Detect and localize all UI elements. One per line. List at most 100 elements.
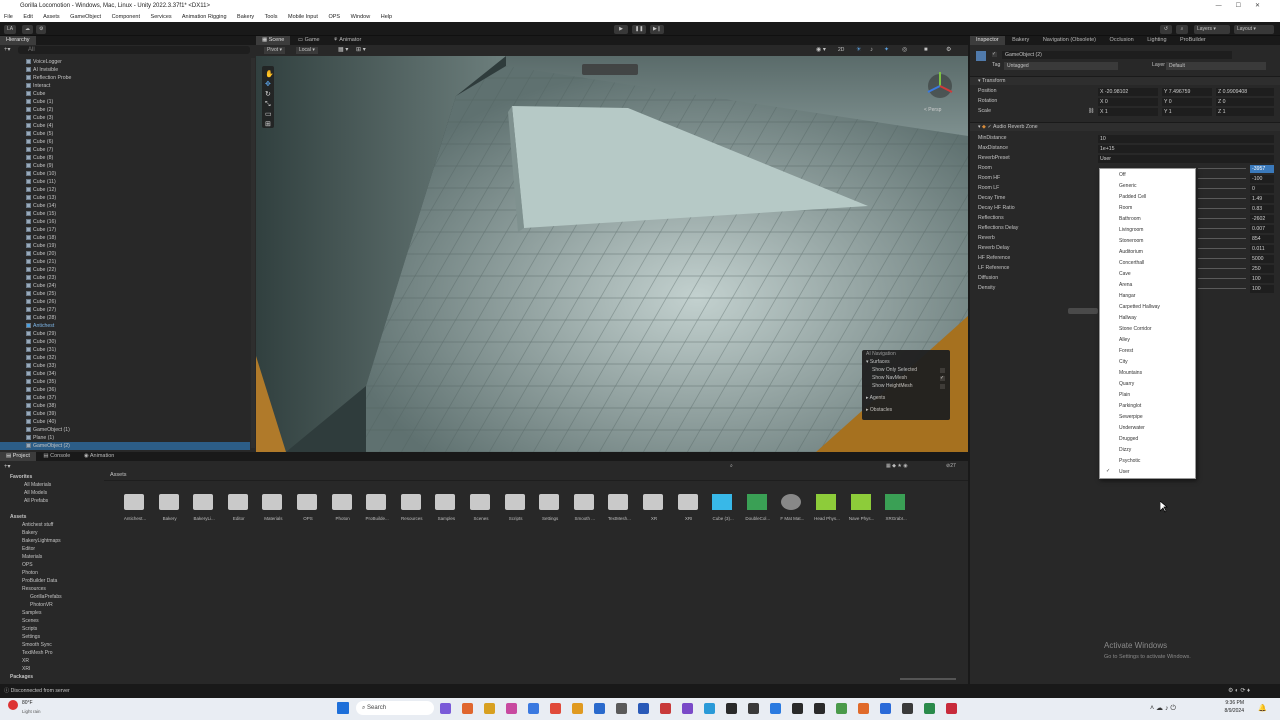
agents-foldout[interactable]: ▸ Agents [866, 395, 885, 401]
hierarchy-item[interactable]: Cube (40) [26, 418, 56, 426]
folder-tree-item[interactable]: BakeryLightmaps [22, 537, 61, 545]
taskbar-app-icon[interactable] [506, 703, 517, 714]
reverb-property-value[interactable]: User [1098, 155, 1274, 163]
reverb-property-value[interactable]: 5000 [1250, 255, 1274, 263]
taskbar-app-icon[interactable] [726, 703, 737, 714]
taskbar-app-icon[interactable] [946, 703, 957, 714]
reverb-slider[interactable] [1198, 238, 1246, 239]
menu-services[interactable]: Services [151, 14, 172, 20]
reverb-preset-option[interactable]: Alley [1119, 335, 1130, 346]
persp-label[interactable]: < Persp [924, 107, 942, 113]
reverb-property-value[interactable]: 1.49 [1250, 195, 1274, 203]
snap-icon[interactable]: ⊞ ▾ [356, 47, 366, 54]
hierarchy-item[interactable]: Cube (39) [26, 410, 56, 418]
taskbar-app-icon[interactable] [902, 703, 913, 714]
folder-tree-item[interactable]: Materials [22, 553, 42, 561]
menu-gameobject[interactable]: GameObject [70, 14, 101, 20]
account-button[interactable]: LA [4, 25, 17, 34]
folder-icon[interactable] [227, 494, 248, 510]
overlay-toolbar[interactable] [582, 64, 638, 75]
position-z-field[interactable]: Z 0.9909408 [1216, 88, 1274, 96]
rect-tool-icon[interactable]: ▭ [265, 111, 272, 118]
hierarchy-item[interactable]: Cube [26, 90, 45, 98]
reverb-property-value[interactable]: -3957 [1250, 165, 1274, 173]
favorite-item[interactable]: All Materials [24, 481, 51, 489]
surfaces-foldout[interactable]: ▾ Surfaces [866, 359, 890, 365]
position-x-field[interactable]: X -20.98102 [1098, 88, 1158, 96]
folder-tree-item[interactable]: Settings [22, 633, 40, 641]
tab-lighting[interactable]: Lighting [1141, 36, 1172, 45]
reverb-preset-option[interactable]: Room [1119, 203, 1132, 214]
hierarchy-item[interactable]: AI Invisible [26, 66, 58, 74]
physics-material-icon[interactable] [816, 494, 836, 510]
folder-tree-item[interactable]: Smooth Sync [22, 641, 52, 649]
weather-icon[interactable] [8, 700, 18, 710]
reverb-preset-dropdown[interactable]: Off Generic Padded Cell Room Bathroom Livingr… [1099, 168, 1196, 479]
reverb-preset-option[interactable]: Mountains [1119, 368, 1142, 379]
visibility-icon[interactable]: ◎ [902, 47, 907, 54]
menu-animation-rigging[interactable]: Animation Rigging [182, 14, 227, 20]
transform-header[interactable]: ▾ Transform [970, 76, 1280, 85]
folder-tree-item[interactable]: XR [22, 657, 29, 665]
tab-project[interactable]: ▤ Project [0, 452, 36, 461]
taskbar-app-icon[interactable] [528, 703, 539, 714]
folder-tree-item[interactable]: PhotonVR [30, 601, 53, 609]
lighting-icon[interactable]: ☀ [856, 47, 861, 54]
reverb-preset-option[interactable]: Dizzy [1119, 445, 1131, 456]
folder-icon[interactable] [643, 494, 663, 510]
minimize-button[interactable]: — [1216, 3, 1236, 9]
hierarchy-item[interactable]: Interact [26, 82, 50, 90]
menu-mobile-input[interactable]: Mobile Input [288, 14, 318, 20]
folder-icon[interactable] [470, 494, 490, 510]
folder-icon[interactable] [608, 494, 629, 510]
taskbar-app-icon[interactable] [924, 703, 935, 714]
taskbar-app-icon[interactable] [660, 703, 671, 714]
hierarchy-item[interactable]: Cube (25) [26, 290, 56, 298]
play-button[interactable]: ▶ [614, 25, 628, 34]
tab-animator[interactable]: ⚘ Animator [327, 36, 367, 45]
taskbar-app-icon[interactable] [462, 703, 473, 714]
hierarchy-item[interactable]: Cube (16) [26, 218, 56, 226]
taskbar-app-icon[interactable] [594, 703, 605, 714]
layout-dropdown[interactable]: Layout ▾ [1234, 25, 1274, 34]
folder-tree-item[interactable]: Resources [22, 585, 46, 593]
menu-tools[interactable]: Tools [265, 14, 278, 20]
hierarchy-item[interactable]: Plane (1) [26, 434, 54, 442]
folder-icon[interactable] [262, 494, 283, 510]
hierarchy-item[interactable]: Cube (28) [26, 314, 56, 322]
hierarchy-item[interactable]: Cube (24) [26, 282, 56, 290]
packages-section[interactable]: Packages [10, 673, 33, 681]
hand-tool-icon[interactable]: ✋ [265, 69, 274, 78]
folder-icon[interactable] [124, 494, 144, 510]
folder-tree-item[interactable]: TextMesh Pro [22, 649, 53, 657]
hierarchy-item[interactable]: Cube (26) [26, 298, 56, 306]
tag-dropdown[interactable]: Untagged [1004, 62, 1118, 70]
tab-probuilder[interactable]: ProBuilder [1174, 36, 1212, 45]
folder-icon[interactable] [573, 494, 594, 510]
reverb-preset-option[interactable]: Forest [1119, 346, 1133, 357]
move-tool-icon[interactable]: ✥ [265, 80, 271, 88]
hierarchy-item[interactable]: Cube (6) [26, 138, 53, 146]
gizmos-icon[interactable]: ◉ ▾ [816, 47, 826, 54]
reverb-preset-option[interactable]: Drugged [1119, 434, 1138, 445]
hierarchy-item[interactable]: Antichest [26, 322, 54, 330]
reverb-slider[interactable] [1198, 228, 1246, 229]
favorite-item[interactable]: All Models [24, 489, 47, 497]
prefab-icon[interactable] [712, 494, 733, 510]
hierarchy-item[interactable]: Cube (23) [26, 274, 56, 282]
reverb-preset-option[interactable]: Plain [1119, 390, 1130, 401]
reverb-preset-option[interactable]: Parkinglot [1119, 401, 1141, 412]
layers-dropdown[interactable]: Layers ▾ [1194, 25, 1230, 34]
scale-y-field[interactable]: Y 1 [1162, 108, 1212, 116]
reverb-slider[interactable] [1198, 268, 1246, 269]
tab-game[interactable]: ▭ Game [292, 36, 326, 45]
reverb-preset-option[interactable]: Arena [1119, 280, 1132, 291]
hierarchy-item[interactable]: Cube (30) [26, 338, 56, 346]
tab-bakery[interactable]: Bakery [1006, 36, 1035, 45]
pause-button[interactable]: ❚❚ [632, 25, 646, 34]
hierarchy-item[interactable]: Cube (2) [26, 106, 53, 114]
hierarchy-item[interactable]: Cube (1) [26, 98, 53, 106]
folder-icon[interactable] [677, 494, 698, 510]
link-icon[interactable]: ⛓ [1088, 108, 1094, 114]
close-button[interactable]: ✕ [1255, 3, 1274, 9]
